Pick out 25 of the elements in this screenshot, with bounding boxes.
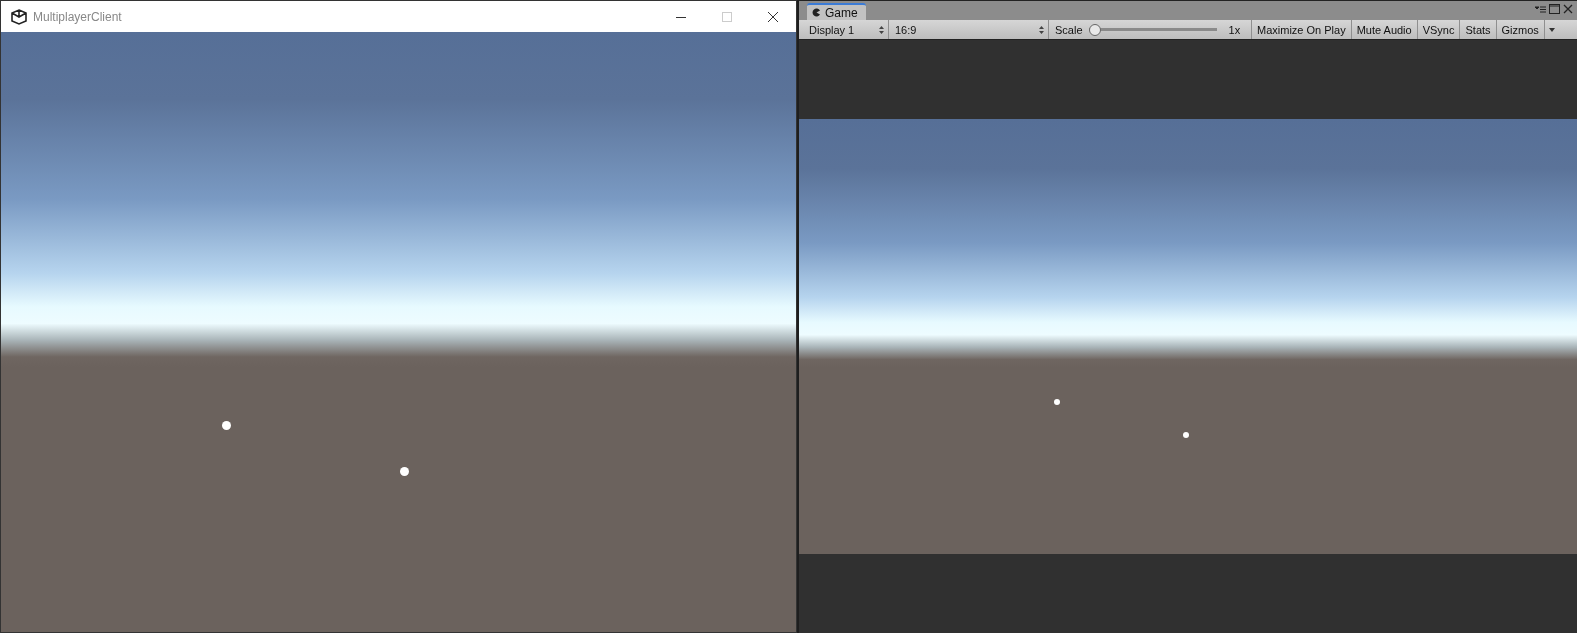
updown-arrows-icon: [1039, 25, 1044, 34]
toolbar-toggle[interactable]: VSync: [1417, 20, 1461, 39]
sphere-object: [1054, 399, 1060, 405]
toolbar-toggle[interactable]: Maximize On Play: [1252, 20, 1352, 39]
cube-logo-icon: [11, 8, 27, 25]
slider-thumb[interactable]: [1088, 23, 1101, 36]
toolbar-toggle[interactable]: Stats: [1460, 20, 1497, 39]
sphere-object: [400, 467, 409, 476]
menu-icon[interactable]: [1535, 4, 1546, 14]
sphere-object: [222, 421, 231, 430]
toolbar-toggle[interactable]: Gizmos: [1496, 20, 1545, 39]
display-dropdown[interactable]: Display 1: [803, 20, 889, 39]
updown-arrows-icon: [879, 25, 884, 34]
scale-label: Scale: [1055, 23, 1083, 36]
scale-slider[interactable]: [1088, 23, 1217, 36]
window-title: MultiplayerClient: [33, 9, 123, 24]
scale-reading: 1x: [1228, 23, 1241, 36]
dropdown-arrow-icon[interactable]: [1547, 26, 1556, 33]
pacman-icon: [812, 8, 821, 17]
sphere-object: [1183, 432, 1189, 438]
close-icon[interactable]: [767, 10, 779, 23]
panel-tab[interactable]: Game: [807, 3, 866, 20]
maximize-icon[interactable]: [1549, 4, 1560, 14]
aspect-dropdown[interactable]: 16:9: [889, 20, 1049, 39]
toolbar-toggle[interactable]: Mute Audio: [1351, 20, 1418, 39]
